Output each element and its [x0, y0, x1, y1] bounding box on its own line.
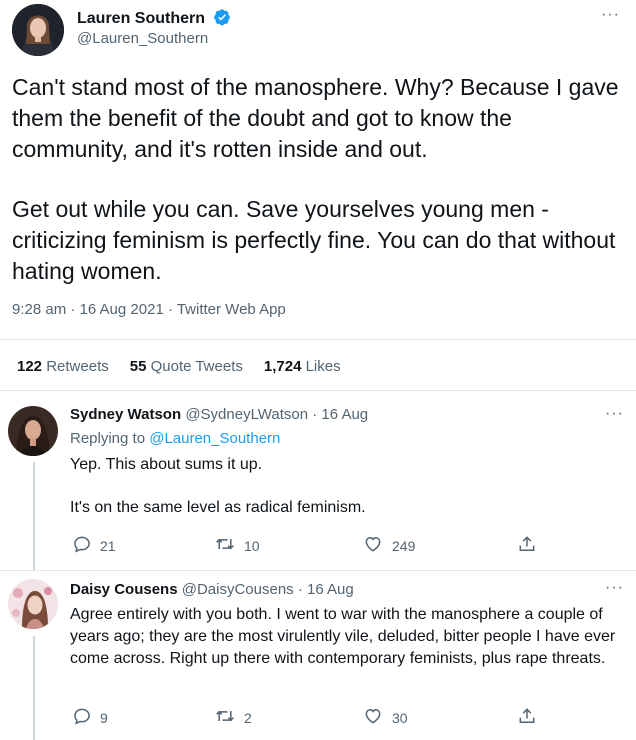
quote-tweets-label: Quote Tweets: [150, 358, 243, 375]
replying-to-link[interactable]: @Lauren_Southern: [149, 430, 280, 447]
like-count: 30: [392, 709, 408, 726]
reply-text-line-2: It's on the same level as radical femini…: [70, 499, 366, 516]
reply-handle-date[interactable]: @DaisyCousens · 16 Aug: [182, 581, 354, 598]
retweet-count: 10: [244, 537, 260, 554]
share-action[interactable]: [517, 706, 537, 729]
reply-author-name[interactable]: Sydney Watson: [70, 406, 181, 423]
share-icon: [517, 706, 537, 729]
reply-icon: [72, 706, 92, 729]
reply-header-sydney: Sydney Watson @SydneyLWatson · 16 Aug: [70, 406, 368, 423]
verified-badge-icon: [213, 8, 231, 31]
more-options-icon[interactable]: ···: [605, 579, 624, 597]
thread-line: [33, 462, 35, 570]
more-options-icon[interactable]: ···: [601, 6, 620, 24]
retweet-icon: [214, 706, 236, 729]
tweet-timestamp-source[interactable]: 9:28 am · 16 Aug 2021 · Twitter Web App: [12, 301, 286, 318]
share-action[interactable]: [517, 534, 537, 557]
replying-to: Replying to @Lauren_Southern: [70, 430, 280, 447]
retweet-count: 2: [244, 709, 252, 726]
heart-icon: [362, 706, 384, 729]
reply-text-line-1: Yep. This about sums it up.: [70, 456, 263, 473]
author-avatar[interactable]: [12, 4, 64, 56]
reply-count: 9: [100, 709, 108, 726]
quote-tweets-count: 55: [129, 358, 147, 375]
share-icon: [517, 534, 537, 557]
retweets-count: 122: [17, 358, 43, 375]
reply-text: Agree entirely with you both. I went to …: [70, 606, 616, 667]
retweets-stat[interactable]: 122 Retweets: [17, 358, 109, 375]
author-handle[interactable]: @Lauren_Southern: [77, 30, 208, 47]
tweet-stats: 122 Retweets 55 Quote Tweets 1,724 Likes: [17, 358, 341, 375]
reply-icon: [72, 534, 92, 557]
reply-avatar-sydney[interactable]: [8, 406, 58, 456]
heart-icon: [362, 534, 384, 557]
reply-action[interactable]: 9: [72, 706, 108, 729]
like-action[interactable]: 30: [362, 706, 408, 729]
reply-handle-date[interactable]: @SydneyLWatson · 16 Aug: [185, 406, 368, 423]
retweet-icon: [214, 534, 236, 557]
divider: [0, 339, 636, 340]
likes-stat[interactable]: 1,724 Likes: [264, 358, 341, 375]
reply-author-name[interactable]: Daisy Cousens: [70, 581, 178, 598]
author-name-row[interactable]: Lauren Southern: [77, 8, 231, 31]
likes-label: Likes: [305, 358, 341, 375]
author-name[interactable]: Lauren Southern: [77, 10, 205, 27]
divider: [0, 390, 636, 391]
replying-prefix: Replying to: [70, 430, 146, 447]
quote-tweets-stat[interactable]: 55 Quote Tweets: [130, 358, 243, 375]
retweet-action[interactable]: 2: [214, 706, 252, 729]
tweet-text-paragraph-1: Can't stand most of the manosphere. Why?…: [12, 74, 619, 162]
retweets-label: Retweets: [46, 358, 109, 375]
retweet-action[interactable]: 10: [214, 534, 260, 557]
reply-header-daisy: Daisy Cousens @DaisyCousens · 16 Aug: [70, 581, 354, 598]
reply-avatar-daisy[interactable]: [8, 579, 58, 629]
divider: [0, 570, 636, 571]
like-count: 249: [392, 537, 416, 554]
tweet-text-paragraph-2: Get out while you can. Save yourselves y…: [12, 196, 616, 284]
reply-count: 21: [100, 537, 116, 554]
likes-count: 1,724: [263, 358, 302, 375]
more-options-icon[interactable]: ···: [605, 405, 624, 423]
like-action[interactable]: 249: [362, 534, 415, 557]
reply-action[interactable]: 21: [72, 534, 116, 557]
thread-line: [33, 636, 35, 740]
